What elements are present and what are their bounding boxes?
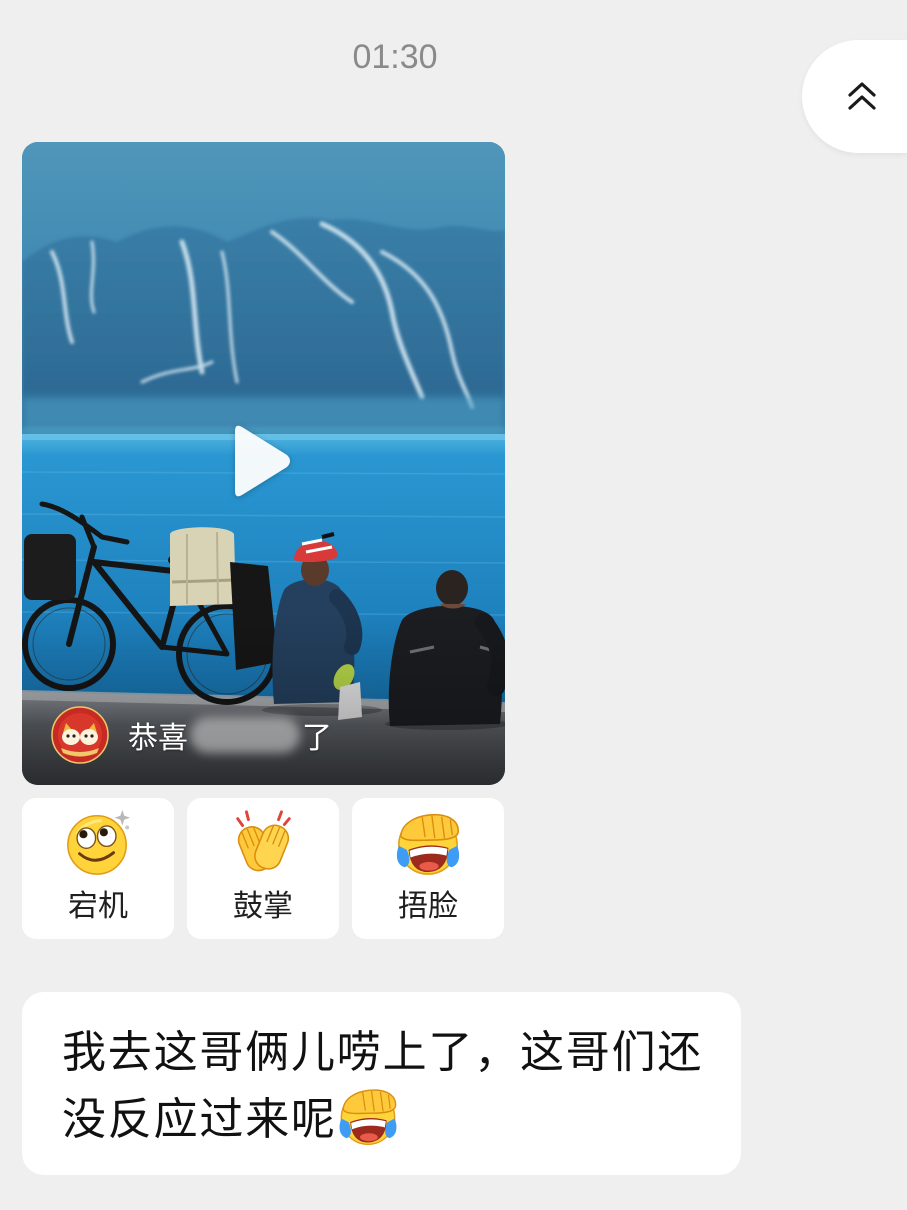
facepalm-icon: [336, 1083, 400, 1147]
video-caption: 恭喜 了: [128, 715, 332, 756]
avatar[interactable]: [51, 706, 109, 764]
play-icon[interactable]: [227, 422, 293, 500]
reaction-bar: 宕机 鼓掌 捂脸: [22, 798, 504, 939]
comment-text-line: 没反应过来呢: [62, 1081, 400, 1148]
caption-redacted-area: [190, 717, 300, 753]
facepalm-icon: [393, 807, 463, 877]
video-message-card[interactable]: 恭喜 了: [22, 142, 505, 785]
comment-text: 没反应过来呢: [62, 1093, 337, 1145]
reaction-button-crash[interactable]: 宕机: [22, 798, 174, 939]
mountain-range: [22, 217, 505, 437]
dizzy-face-icon: [63, 807, 133, 877]
reaction-button-clap[interactable]: 鼓掌: [187, 798, 339, 939]
clapping-hands-icon: [228, 807, 298, 877]
caption-end: 了: [302, 721, 332, 756]
reaction-label: 捂脸: [398, 889, 458, 924]
double-chevron-up-icon: [848, 82, 876, 110]
reaction-button-facepalm[interactable]: 捂脸: [352, 798, 504, 939]
message-timestamp: 01:30: [352, 38, 438, 76]
comment-bubble[interactable]: 我去这哥俩儿唠上了，这哥们还 没反应过来呢: [22, 992, 741, 1175]
reaction-label: 宕机: [68, 889, 128, 924]
reaction-label: 鼓掌: [233, 889, 293, 924]
comment-text-line: 我去这哥俩儿唠上了，这哥们还: [62, 1014, 703, 1081]
scroll-to-top-button[interactable]: [802, 40, 907, 153]
caption-start: 恭喜: [128, 721, 188, 756]
comment-text: 我去这哥俩儿唠上了，这哥们还: [62, 1026, 704, 1078]
